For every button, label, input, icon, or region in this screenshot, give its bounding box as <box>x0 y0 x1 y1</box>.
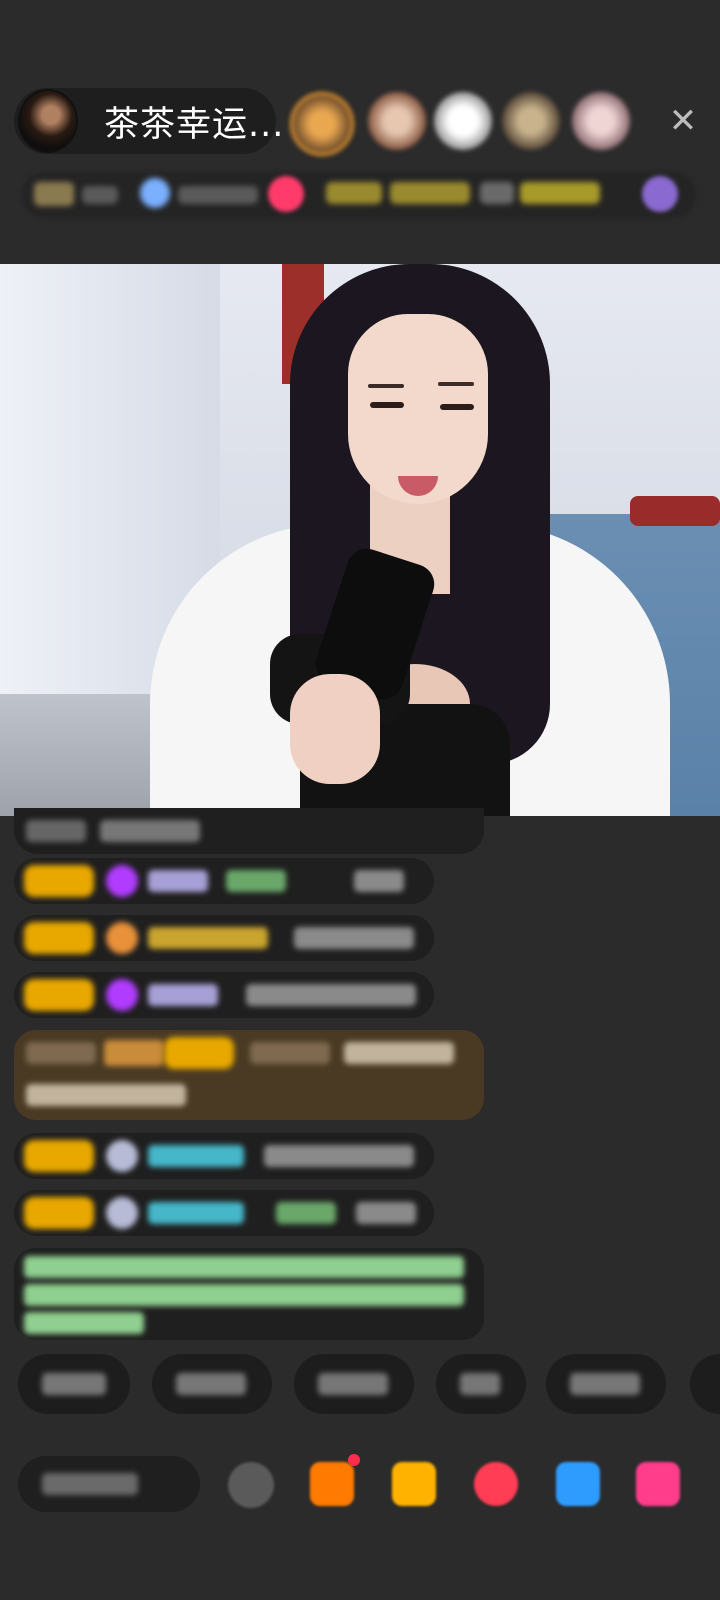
heart-icon[interactable] <box>474 1462 518 1506</box>
host-name: 茶茶幸运... <box>104 104 285 145</box>
rank-text <box>82 186 118 204</box>
chat-text <box>246 984 416 1006</box>
chat-message[interactable] <box>14 1133 434 1179</box>
level-badge <box>24 922 94 954</box>
game-icon[interactable] <box>556 1462 600 1506</box>
quick-reply-chip[interactable] <box>690 1354 720 1414</box>
gem-icon <box>106 1140 138 1172</box>
chat-text <box>294 927 414 949</box>
chat-username[interactable] <box>148 1145 244 1167</box>
chat-username[interactable] <box>148 870 208 892</box>
level-badge <box>24 979 94 1011</box>
chat-message[interactable] <box>14 858 434 904</box>
gem-icon <box>106 865 138 897</box>
chat-message <box>14 808 484 854</box>
quick-reply-chip[interactable] <box>152 1354 272 1414</box>
live-video[interactable] <box>0 264 720 816</box>
chat-input[interactable] <box>18 1456 200 1512</box>
viewer-avatar[interactable] <box>434 92 492 150</box>
fans-club-icon[interactable] <box>140 178 170 208</box>
viewer-avatar[interactable] <box>502 92 560 150</box>
tag-badge <box>480 182 514 204</box>
level-badge <box>24 865 94 897</box>
viewer-avatar[interactable] <box>368 92 426 150</box>
chat-message[interactable] <box>14 915 434 961</box>
shop-icon[interactable] <box>636 1462 680 1506</box>
level-badge <box>164 1037 234 1069</box>
treasure-icon[interactable] <box>392 1462 436 1506</box>
level-badge <box>24 1140 94 1172</box>
chat-text <box>344 1042 454 1064</box>
level-badge <box>24 1197 94 1229</box>
quick-reply-chip[interactable] <box>294 1354 414 1414</box>
tag-badge <box>520 182 600 204</box>
chat-message[interactable] <box>14 972 434 1018</box>
gift-box-icon[interactable] <box>310 1462 354 1506</box>
chat-username[interactable] <box>148 984 218 1006</box>
gem-icon <box>106 922 138 954</box>
chat-text <box>264 1145 414 1167</box>
gem-icon <box>106 1197 138 1229</box>
quick-reply-chip[interactable] <box>436 1354 526 1414</box>
viewer-avatar[interactable] <box>572 92 630 150</box>
chat-username[interactable] <box>250 1042 330 1064</box>
more-icon[interactable] <box>642 176 678 212</box>
viewer-avatar[interactable] <box>290 92 354 156</box>
quick-reply-chip[interactable] <box>18 1354 130 1414</box>
fans-club-text <box>178 186 258 204</box>
tag-badge <box>326 182 382 204</box>
emoji-icon[interactable] <box>228 1462 274 1508</box>
chat-text <box>356 1202 416 1224</box>
chat-username[interactable] <box>148 1202 244 1224</box>
tag-badge <box>390 182 470 204</box>
quick-reply-chip[interactable] <box>546 1354 666 1414</box>
close-icon[interactable]: ✕ <box>666 104 700 138</box>
follow-icon[interactable] <box>268 176 304 212</box>
chat-text <box>354 870 404 892</box>
gem-icon <box>106 979 138 1011</box>
chat-notice <box>14 1248 484 1340</box>
notification-dot <box>348 1454 360 1466</box>
chat-username[interactable] <box>148 927 268 949</box>
host-info-pill[interactable]: 茶茶幸运... <box>14 88 283 154</box>
chat-message-highlight[interactable] <box>14 1030 484 1120</box>
host-avatar[interactable] <box>18 89 78 153</box>
rank-badge[interactable] <box>34 182 74 206</box>
chat-message[interactable] <box>14 1190 434 1236</box>
